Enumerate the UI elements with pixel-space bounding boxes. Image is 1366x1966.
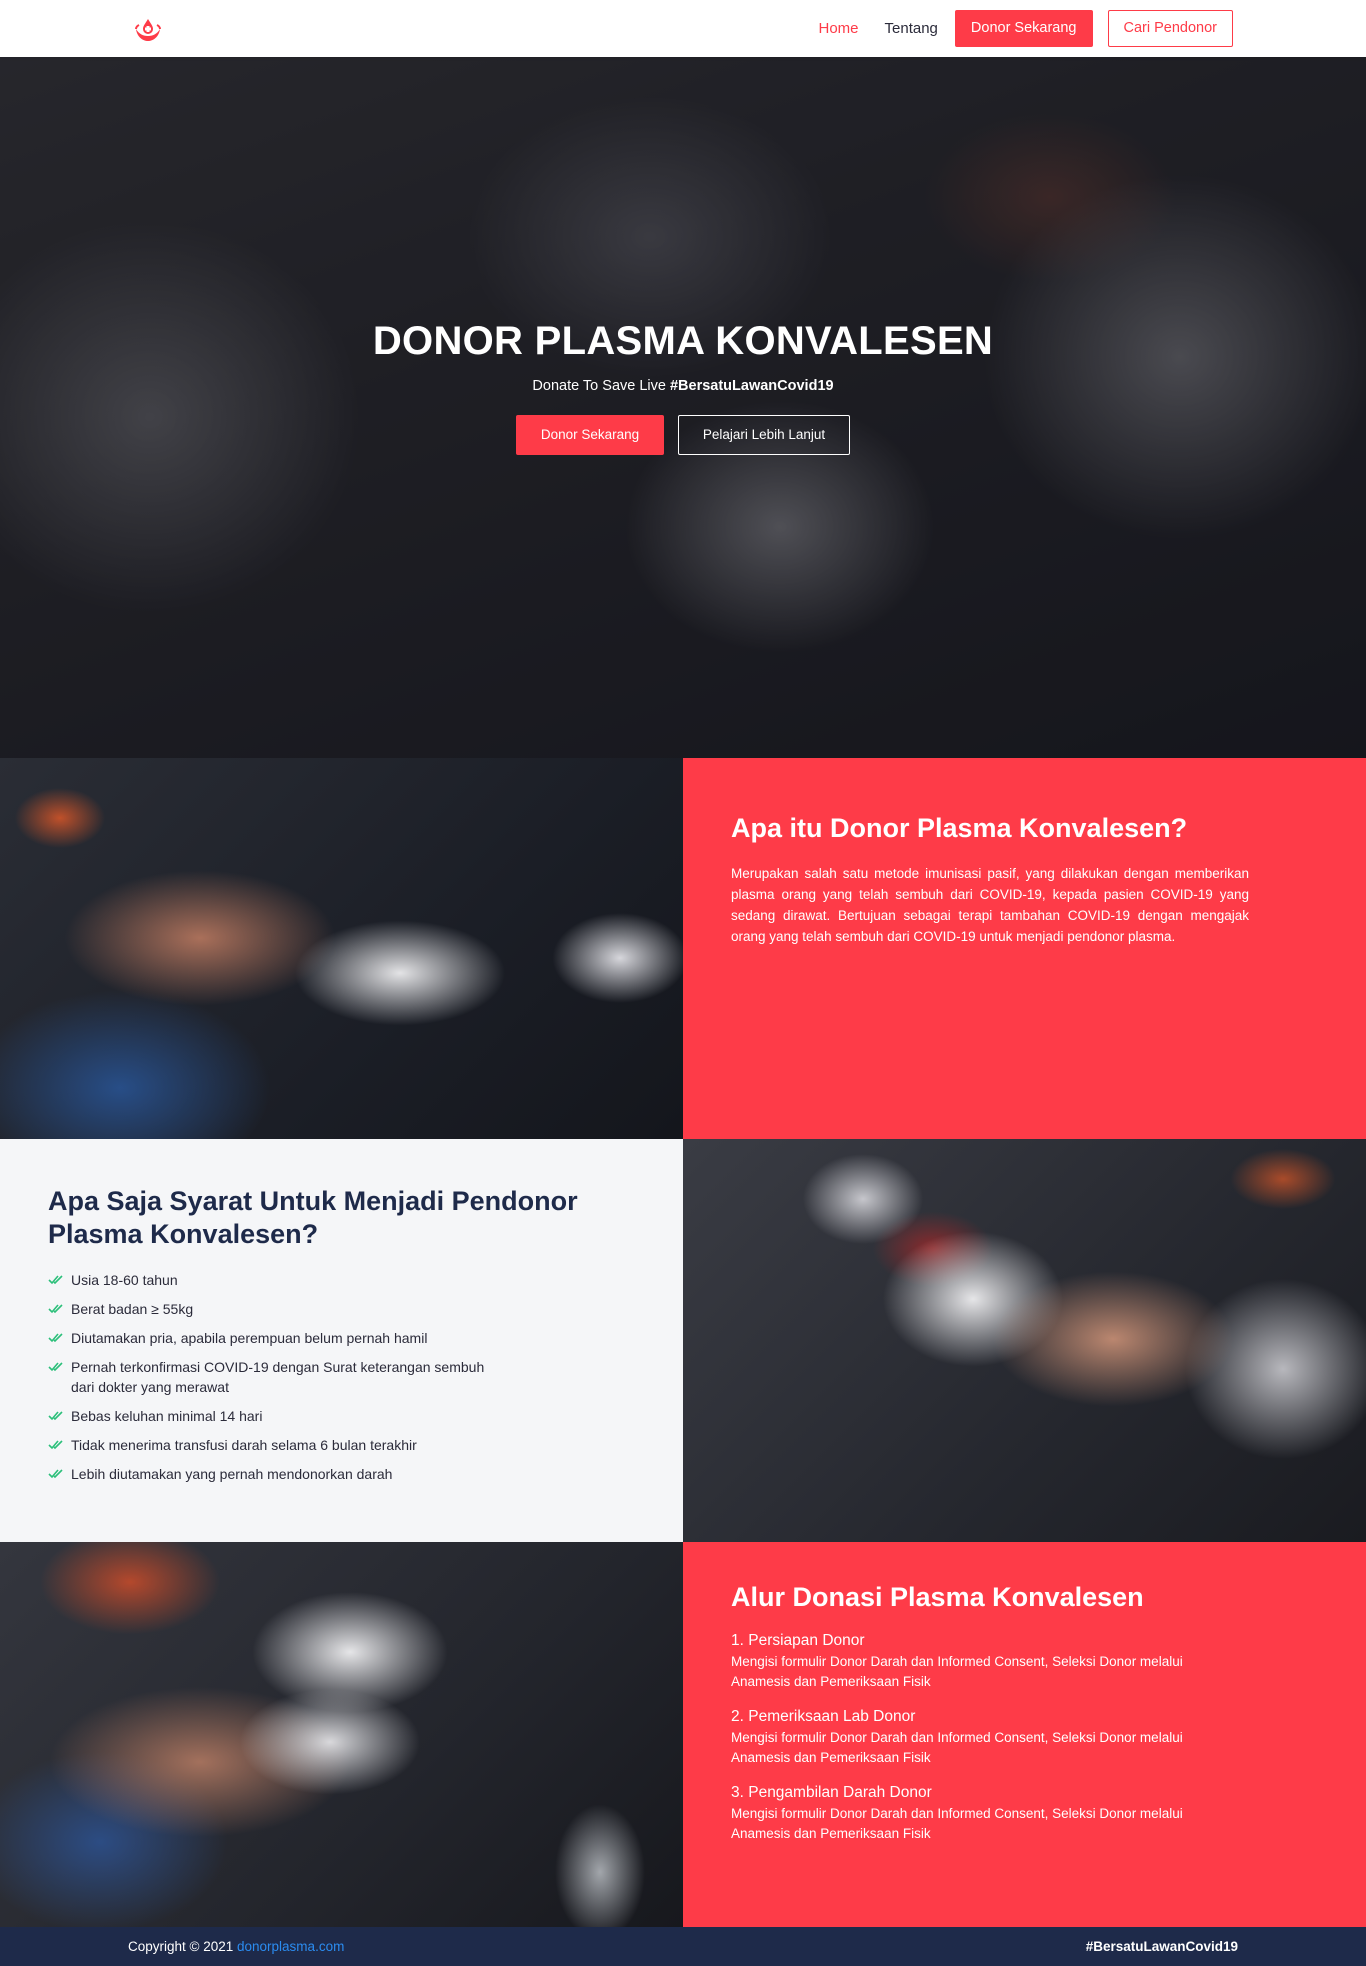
double-check-icon bbox=[48, 1469, 63, 1479]
nav-home-link[interactable]: Home bbox=[806, 10, 872, 47]
flow-step: 2. Pemeriksaan Lab Donor Mengisi formuli… bbox=[731, 1706, 1231, 1768]
double-check-icon bbox=[48, 1440, 63, 1450]
hero-buttons: Donor Sekarang Pelajari Lebih Lanjut bbox=[0, 415, 1366, 455]
hero-learn-more-button[interactable]: Pelajari Lebih Lanjut bbox=[678, 415, 850, 455]
copyright-text: Copyright © 2021 bbox=[128, 1939, 238, 1954]
footer-hashtag: #BersatuLawanCovid19 bbox=[1085, 1939, 1238, 1954]
nurse-donor-photo bbox=[0, 1542, 683, 1927]
requirements-title: Apa Saja Syarat Untuk Menjadi Pendonor P… bbox=[48, 1186, 578, 1249]
list-item: Pernah terkonfirmasi COVID-19 dengan Sur… bbox=[48, 1357, 488, 1397]
requirement-text: Bebas keluhan minimal 14 hari bbox=[71, 1408, 263, 1424]
donation-flow-section: Alur Donasi Plasma Konvalesen 1. Persiap… bbox=[683, 1542, 1366, 1927]
blood-drop-hands-icon[interactable] bbox=[133, 15, 163, 45]
about-title: Apa itu Donor Plasma Konvalesen? bbox=[731, 813, 1188, 843]
step-description: Mengisi formulir Donor Darah dan Informe… bbox=[731, 1654, 1183, 1689]
list-item: Usia 18-60 tahun bbox=[48, 1270, 488, 1290]
list-item: Bebas keluhan minimal 14 hari bbox=[48, 1406, 488, 1426]
donor-arm-photo bbox=[0, 758, 683, 1139]
hero-donate-button[interactable]: Donor Sekarang bbox=[516, 415, 664, 455]
nav-about-link[interactable]: Tentang bbox=[872, 10, 951, 47]
double-check-icon bbox=[48, 1411, 63, 1421]
hero-title: DONOR PLASMA KONVALESEN bbox=[372, 319, 994, 363]
double-check-icon bbox=[48, 1275, 63, 1285]
double-check-icon bbox=[48, 1333, 63, 1343]
hero-subtitle-text: Donate To Save Live bbox=[532, 378, 670, 394]
requirement-text: Tidak menerima transfusi darah selama 6 … bbox=[71, 1437, 417, 1453]
list-item: Tidak menerima transfusi darah selama 6 … bbox=[48, 1435, 488, 1455]
list-item: Diutamakan pria, apabila perempuan belum… bbox=[48, 1328, 488, 1348]
step-title: 1. Persiapan Donor bbox=[731, 1632, 865, 1649]
requirement-text: Usia 18-60 tahun bbox=[71, 1272, 178, 1288]
flow-steps: 1. Persiapan Donor Mengisi formulir Dono… bbox=[731, 1630, 1231, 1858]
requirement-text: Lebih diutamakan yang pernah mendonorkan… bbox=[71, 1466, 393, 1482]
step-description: Mengisi formulir Donor Darah dan Informe… bbox=[731, 1806, 1183, 1841]
flow-title: Alur Donasi Plasma Konvalesen bbox=[731, 1582, 1144, 1612]
copyright: Copyright © 2021 donorplasma.com bbox=[128, 1927, 344, 1966]
hero-hashtag: #BersatuLawanCovid19 bbox=[669, 378, 834, 394]
about-section: Apa itu Donor Plasma Konvalesen? Merupak… bbox=[683, 758, 1366, 1139]
requirement-text: Diutamakan pria, apabila perempuan belum… bbox=[71, 1330, 428, 1346]
double-check-icon bbox=[48, 1304, 63, 1314]
site-link[interactable]: donorplasma.com bbox=[237, 1939, 344, 1954]
donate-now-button[interactable]: Donor Sekarang bbox=[954, 10, 1093, 47]
blood-donation-photo bbox=[683, 1139, 1366, 1542]
requirement-text: Berat badan ≥ 55kg bbox=[71, 1301, 194, 1317]
flow-step: 1. Persiapan Donor Mengisi formulir Dono… bbox=[731, 1630, 1231, 1692]
list-item: Berat badan ≥ 55kg bbox=[48, 1299, 488, 1319]
step-title: 2. Pemeriksaan Lab Donor bbox=[731, 1708, 916, 1725]
about-text: Merupakan salah satu metode imunisasi pa… bbox=[731, 866, 1249, 944]
footer: Copyright © 2021 donorplasma.com #Bersat… bbox=[0, 1927, 1366, 1966]
nav-menu: Home Tentang Donor Sekarang Cari Pendono… bbox=[806, 10, 1233, 47]
double-check-icon bbox=[48, 1362, 63, 1372]
requirements-section: Apa Saja Syarat Untuk Menjadi Pendonor P… bbox=[0, 1139, 683, 1542]
step-title: 3. Pengambilan Darah Donor bbox=[731, 1784, 932, 1801]
hero-section: DONOR PLASMA KONVALESEN Donate To Save L… bbox=[0, 57, 1366, 758]
step-description: Mengisi formulir Donor Darah dan Informe… bbox=[731, 1730, 1183, 1765]
find-donor-button[interactable]: Cari Pendonor bbox=[1107, 10, 1233, 47]
hero-subtitle: Donate To Save Live #BersatuLawanCovid19 bbox=[0, 378, 1366, 394]
requirements-list: Usia 18-60 tahun Berat badan ≥ 55kg Diut… bbox=[48, 1270, 488, 1493]
navbar: Home Tentang Donor Sekarang Cari Pendono… bbox=[0, 0, 1366, 57]
requirement-text: Pernah terkonfirmasi COVID-19 dengan Sur… bbox=[71, 1359, 485, 1395]
flow-step: 3. Pengambilan Darah Donor Mengisi formu… bbox=[731, 1782, 1231, 1844]
list-item: Lebih diutamakan yang pernah mendonorkan… bbox=[48, 1464, 488, 1484]
